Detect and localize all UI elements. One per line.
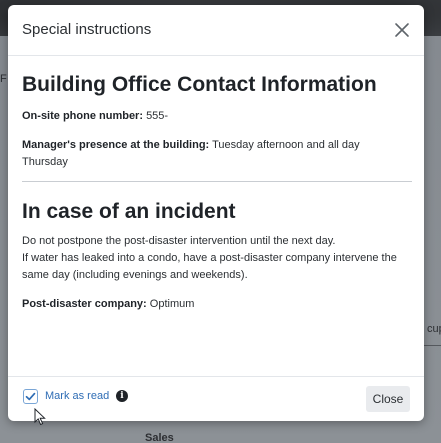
close-icon[interactable]	[392, 20, 412, 40]
post-disaster-company-field: Post-disaster company: Optimum	[22, 296, 402, 313]
backdrop-text-f: F	[0, 73, 7, 85]
building-contact-heading: Building Office Contact Information	[22, 73, 377, 96]
section-divider	[22, 181, 412, 182]
phone-value: 555-	[146, 110, 169, 122]
company-label: Post-disaster company:	[22, 298, 147, 310]
mark-as-read-checkbox[interactable]	[23, 389, 38, 404]
manager-label: Manager's presence at the building:	[22, 139, 210, 151]
incident-line-2: If water has leaked into a condo, have a…	[22, 252, 397, 281]
special-instructions-modal: Special instructions Building Office Con…	[8, 5, 424, 421]
mouse-cursor-icon	[34, 407, 46, 431]
incident-instructions: Do not postpone the post-disaster interv…	[22, 233, 412, 284]
incident-line-1: Do not postpone the post-disaster interv…	[22, 235, 336, 247]
mark-as-read-label[interactable]: Mark as read	[45, 390, 109, 402]
company-value: Optimum	[149, 298, 195, 310]
checkmark-icon	[25, 392, 36, 401]
backdrop-text-sales: Sales	[145, 432, 174, 443]
backdrop-text-cup: cup	[427, 323, 441, 335]
info-icon[interactable]: i	[116, 390, 128, 402]
manager-presence-field: Manager's presence at the building: Tues…	[22, 137, 402, 171]
modal-footer: Mark as read i Close	[8, 376, 424, 421]
modal-body: Building Office Contact Information On-s…	[22, 56, 412, 376]
phone-label: On-site phone number:	[22, 110, 143, 122]
close-button[interactable]: Close	[366, 386, 410, 412]
phone-field: On-site phone number: 555-	[22, 108, 402, 125]
modal-header: Special instructions	[8, 5, 424, 56]
modal-title: Special instructions	[22, 21, 152, 38]
incident-heading: In case of an incident	[22, 200, 236, 223]
